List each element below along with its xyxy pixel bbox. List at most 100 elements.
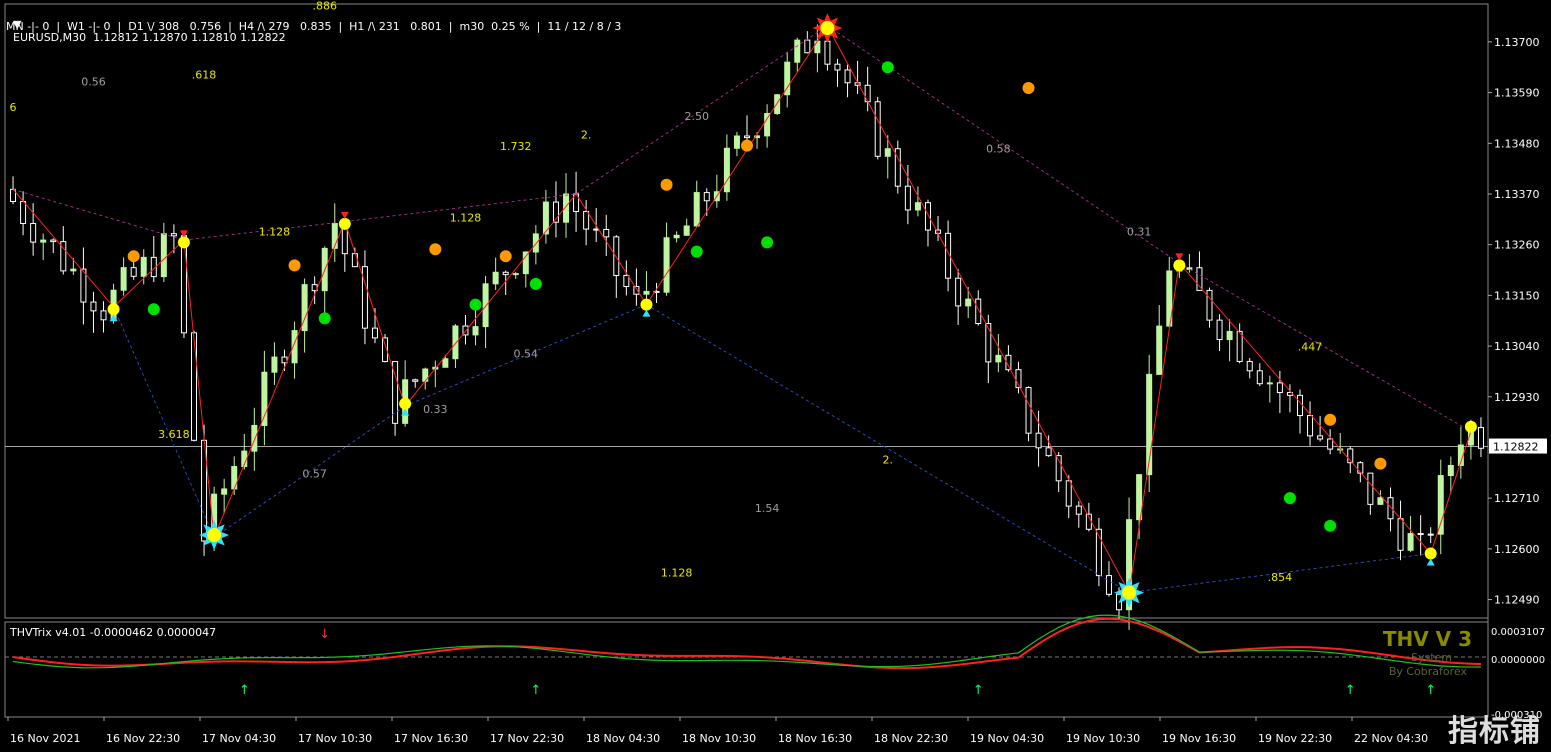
x-tick-label: 17 Nov 16:30 [394,732,468,745]
candle-body [140,256,147,277]
candle-body [633,286,640,295]
signal-dot [1324,413,1337,426]
fib-label: 0.54 [514,348,539,361]
candle-body [1447,464,1454,477]
candle-body [975,298,982,325]
candle-body [130,267,137,277]
candle-body [583,210,590,230]
x-tick-label: 22 Nov 04:30 [1354,732,1428,745]
candle-body [965,298,972,307]
x-tick-label: 16 Nov 2021 [10,732,80,745]
fib-label: 3.618 [158,428,190,441]
candle-body [1246,360,1253,372]
bottom-marker [107,303,120,316]
candle-body [532,233,539,253]
candle-body [522,251,529,275]
star-center [207,528,222,543]
bottom-marker [1424,547,1437,560]
candle-body [693,192,700,227]
fib-line [113,306,215,538]
candle-body [1216,319,1223,341]
x-tick-label: 16 Nov 22:30 [106,732,180,745]
candle-body [834,63,841,71]
fib-label: 1.54 [755,502,780,515]
candle-body [824,40,831,65]
candle-body [120,267,127,291]
x-tick-label: 18 Nov 04:30 [586,732,660,745]
trix-up-arrow: ↑ [530,683,541,698]
bottom-arrow [642,309,651,317]
x-tick-label: 18 Nov 16:30 [778,732,852,745]
candle-body [794,39,801,63]
candle-body [723,147,730,193]
trix-tick-label: 0.0000000 [1491,655,1545,666]
fib-line [12,188,185,241]
y-tick-label: 1.13260 [1494,239,1540,252]
candle-body [1256,370,1263,385]
top-marker [338,217,351,230]
candle-body [221,488,228,495]
candle-body [683,225,690,236]
candle-body [1035,432,1042,449]
fib-label: .447 [1298,341,1323,354]
chart-canvas[interactable]: 1.13700 1.13590 1.13480 1.13370 1.13260 1.131… [0,0,1551,752]
candle-body [452,325,459,360]
candle-body [1276,382,1283,394]
fib-label: 2.50 [684,110,709,123]
y-tick-label: 1.13150 [1494,289,1540,302]
fib-line [646,304,1130,594]
candle-body [361,266,368,329]
signal-dot [1022,81,1035,94]
trix-title: THVTrix v4.01 -0.0000462 0.0000047 [9,626,216,639]
trix-up-arrow: ↑ [973,683,984,698]
branding-author: By Cobraforex [1389,665,1468,678]
trix-down-arrow: ↓ [319,627,330,642]
candle-body [1296,394,1303,417]
fib-label: 0.31 [1127,225,1152,238]
y-tick-label: 1.12930 [1494,391,1540,404]
x-tick-label: 17 Nov 04:30 [202,732,276,745]
candle-body [40,239,47,243]
y-tick-label: 1.13480 [1494,137,1540,150]
candle-body [412,379,419,382]
signal-dot [1324,519,1337,532]
candle-body [864,84,871,103]
candle-body [995,354,1002,363]
signal-dot [127,250,140,263]
signal-dot [318,312,331,325]
candle-body [613,236,620,276]
candle-body [1186,267,1193,270]
signal-dot [469,298,482,311]
candle-body [603,228,610,238]
signal-dot [529,277,542,290]
candle-body [1387,497,1394,520]
top-marker [1173,259,1186,272]
candle-body [261,371,268,426]
fib-label: 1.128 [661,567,693,580]
y-tick-label: 1.12600 [1494,543,1540,556]
candle-body [733,135,740,149]
trix-tick-label: 0.0003107 [1491,627,1545,638]
sub-frame [4,621,1489,718]
y-tick-label: 1.13370 [1494,188,1540,201]
bottom-marker [640,298,653,311]
candle-body [924,202,931,231]
candle-body [1236,330,1243,362]
trix-up-arrow: ↑ [1345,683,1356,698]
signal-dot [761,236,774,249]
candle-body [1367,472,1374,505]
candle-body [1025,387,1032,434]
y-tick-label: 1.12710 [1494,492,1540,505]
y-tick-label: 1.13590 [1494,87,1540,100]
candle-body [673,234,680,239]
signal-dot [288,259,301,272]
x-tick-label: 18 Nov 22:30 [874,732,948,745]
candle-body [1206,289,1213,321]
candle-body [1156,325,1163,375]
x-tick-label: 18 Nov 10:30 [682,732,756,745]
candle-body [814,40,821,54]
candle-body [874,101,881,157]
watermark-logo: 指标铺 [1448,714,1541,749]
candle-body [914,202,921,211]
top-marker [177,236,190,249]
